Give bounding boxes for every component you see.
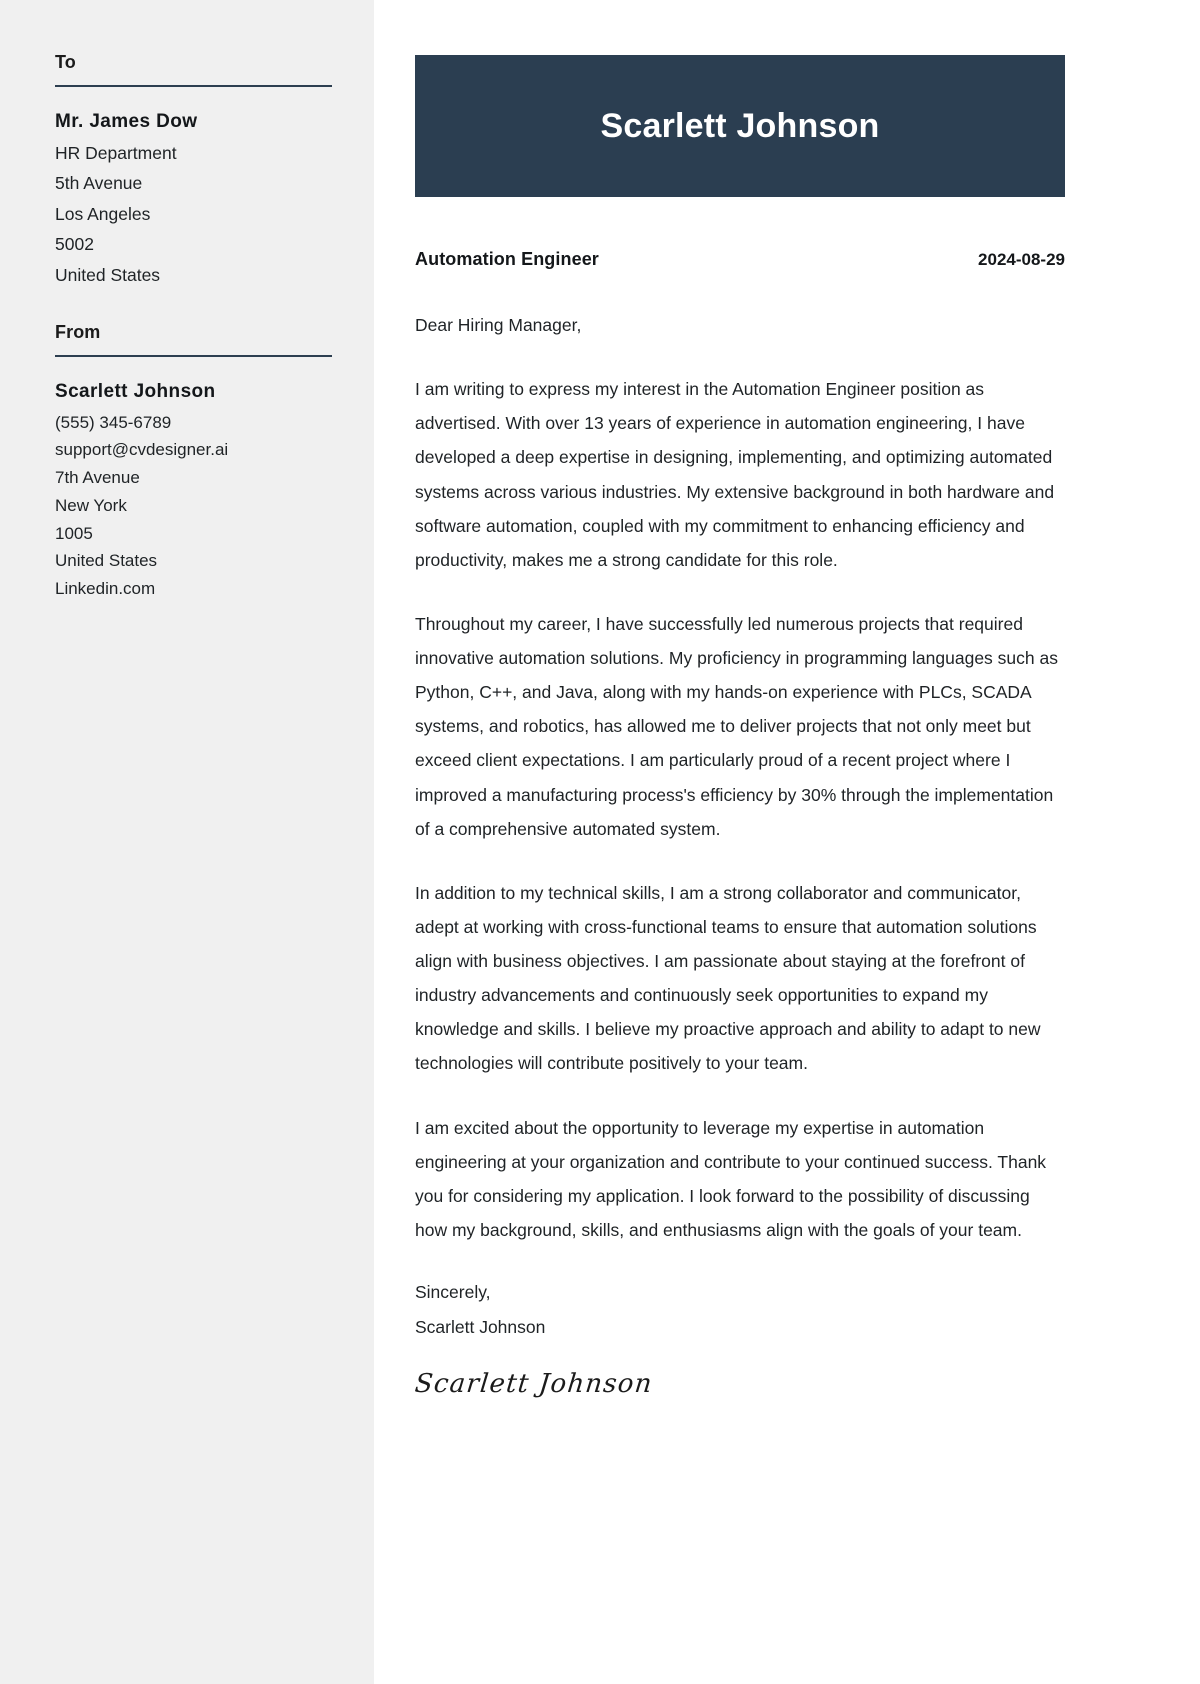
- recipient-line: United States: [55, 264, 161, 285]
- signature: Scarlett Johnson: [413, 1369, 655, 1400]
- sender-linkedin: Linkedin.com: [55, 578, 156, 598]
- paragraph: Throughout my career, I have successfull…: [415, 613, 1058, 839]
- paragraph: I am writing to express my interest in t…: [415, 379, 1055, 570]
- sender-block: From Scarlett Johnson (555) 345-6789 sup…: [55, 321, 332, 603]
- recipient-line: 5002: [55, 234, 94, 255]
- paragraph: In addition to my technical skills, I am…: [415, 882, 1041, 1074]
- sender-email: support@cvdesigner.ai: [55, 440, 229, 460]
- letter-body: Scarlett Johnson Automation Engineer 202…: [374, 0, 1200, 1684]
- letter-content: Dear Hiring Manager, I am writing to exp…: [413, 308, 1065, 1400]
- recipient-block: To Mr. James Dow HR Department 5th Avenu…: [55, 52, 332, 290]
- closing-name: Scarlett Johnson: [415, 1317, 546, 1338]
- letter-meta-row: Automation Engineer 2024-08-29: [415, 249, 1065, 270]
- from-divider: [55, 354, 332, 357]
- sender-line: New York: [55, 495, 127, 515]
- contact-sidebar: To Mr. James Dow HR Department 5th Avenu…: [0, 0, 374, 1684]
- cover-letter-page: To Mr. James Dow HR Department 5th Avenu…: [0, 0, 1200, 1684]
- sender-name: Scarlett Johnson: [55, 380, 216, 402]
- applicant-name: Scarlett Johnson: [600, 106, 880, 145]
- sender-line: United States: [55, 551, 158, 571]
- from-heading: From: [55, 321, 101, 342]
- sender-phone: (555) 345-6789: [55, 412, 172, 432]
- name-banner: Scarlett Johnson: [415, 55, 1065, 197]
- recipient-name: Mr. James Dow: [55, 111, 198, 132]
- to-divider: [55, 85, 332, 87]
- closing-word: Sincerely,: [415, 1282, 491, 1302]
- salutation: Dear Hiring Manager,: [415, 315, 582, 335]
- letter-date: 2024-08-29: [978, 250, 1065, 269]
- recipient-line: Los Angeles: [55, 203, 151, 224]
- paragraph: I am excited about the opportunity to le…: [415, 1117, 1047, 1240]
- sender-line: 7th Avenue: [55, 468, 140, 488]
- recipient-line: HR Department: [55, 142, 177, 163]
- job-title: Automation Engineer: [415, 249, 599, 269]
- to-heading: To: [55, 52, 76, 72]
- recipient-line: 5th Avenue: [55, 173, 143, 194]
- sender-line: 1005: [55, 523, 93, 543]
